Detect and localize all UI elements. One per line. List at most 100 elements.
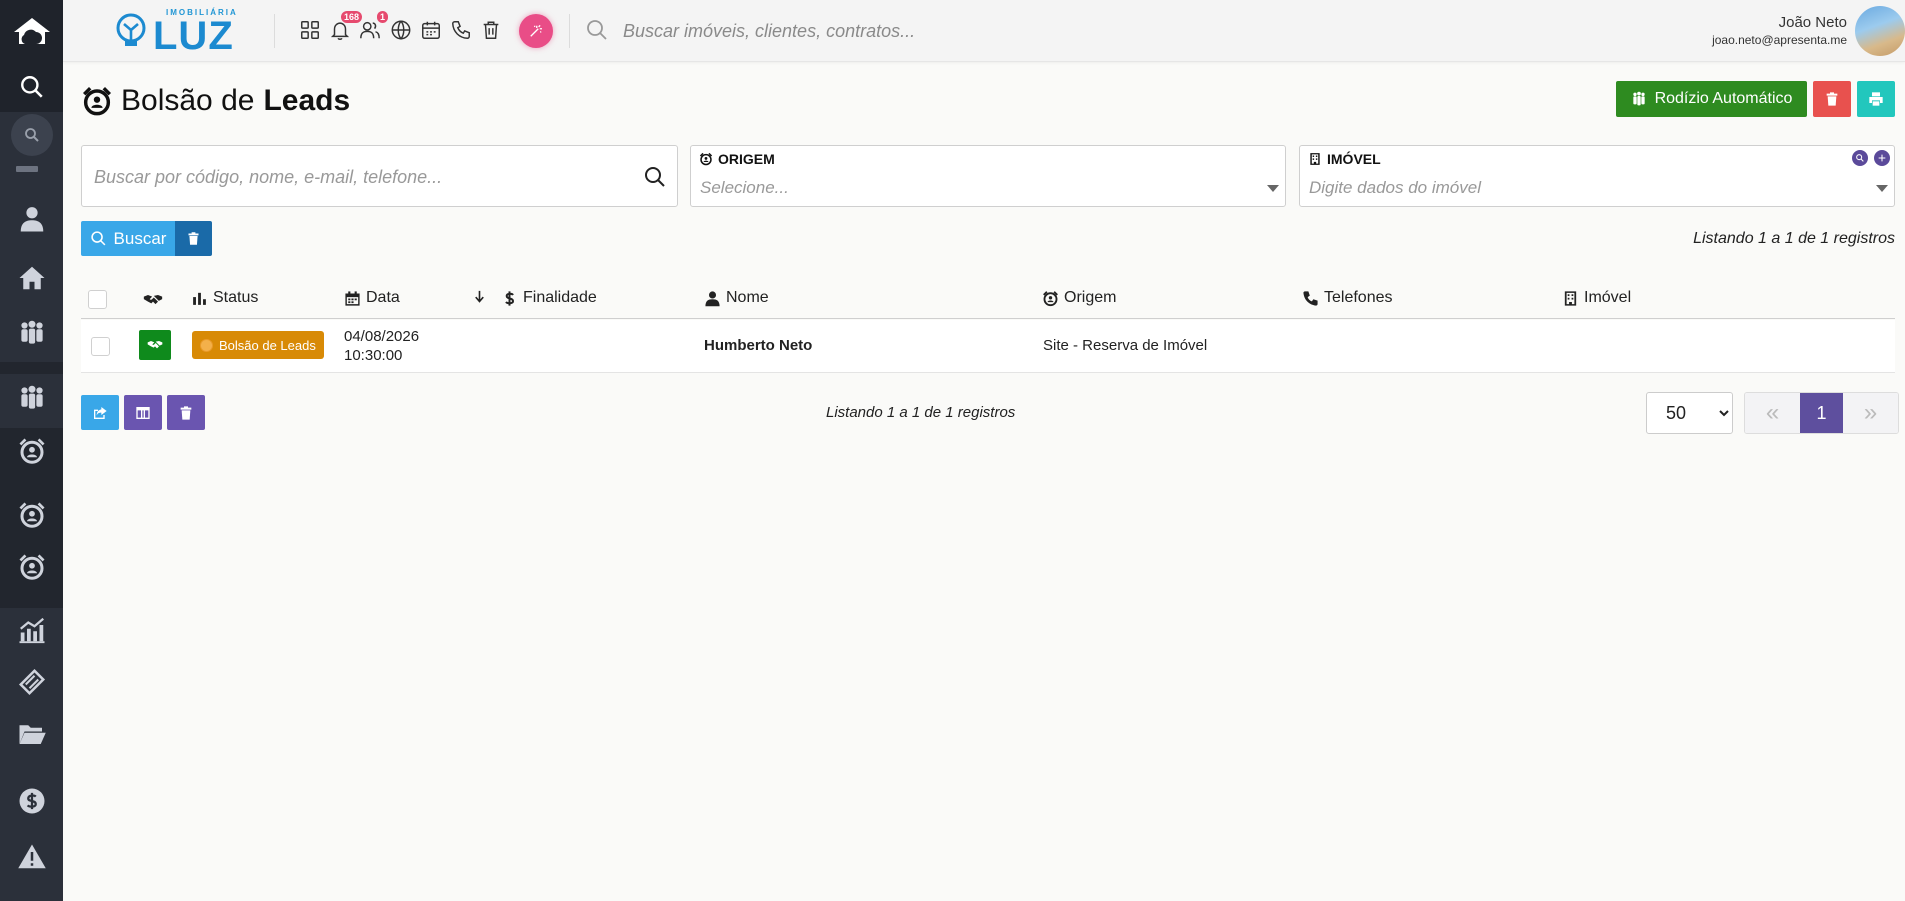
status-dot-icon: [200, 338, 213, 352]
app-logo[interactable]: IMOBILIÁRIA LUZ: [111, 8, 236, 58]
imovel-column[interactable]: Imóvel: [1562, 289, 1631, 307]
print-button[interactable]: [1857, 81, 1895, 117]
bulb-logo-icon: [116, 13, 146, 46]
magic-button[interactable]: [519, 14, 553, 48]
apps-button[interactable]: [296, 15, 324, 45]
origem-select[interactable]: ORIGEM Selecione...: [690, 145, 1286, 207]
plus-icon: [1878, 154, 1886, 162]
sidebar-item-clients[interactable]: [0, 194, 63, 244]
row-checkbox[interactable]: [91, 337, 110, 356]
row-date: 04/08/2026: [344, 328, 420, 345]
building-icon: [1564, 290, 1577, 306]
select-all-checkbox[interactable]: [88, 290, 107, 309]
mini-search-icon: [24, 128, 39, 142]
search-button[interactable]: Buscar: [81, 221, 175, 256]
logo-title: LUZ: [153, 14, 234, 58]
table-row[interactable]: Bolsão de Leads 04/08/2026 10:30:00 Humb…: [81, 320, 1895, 373]
global-search-input[interactable]: [623, 16, 1323, 46]
sidebar-item-leads-alt[interactable]: [0, 542, 63, 592]
sidebar-item-leads-pool[interactable]: [0, 426, 63, 476]
calendar-button[interactable]: [417, 15, 445, 45]
origem-label: ORIGEM: [718, 151, 775, 167]
imovel-search-button[interactable]: [1852, 150, 1868, 166]
folder-icon: [19, 725, 46, 744]
phone-button[interactable]: [447, 15, 475, 45]
finalidade-column[interactable]: Finalidade: [501, 289, 597, 307]
page-size-select[interactable]: 50: [1646, 392, 1733, 434]
status-column[interactable]: Status: [191, 289, 258, 307]
calendar-icon: [345, 290, 360, 306]
first-page-button[interactable]: «: [1745, 393, 1800, 433]
sidebar-item-contracts[interactable]: [0, 657, 63, 707]
handshake-icon: [147, 341, 163, 349]
date-column[interactable]: Data: [344, 289, 400, 307]
handshake-column: [143, 290, 163, 310]
clear-filters-button[interactable]: [175, 221, 212, 256]
phone-icon: [452, 21, 470, 39]
warning-icon: [17, 844, 46, 869]
building-icon: [1310, 153, 1320, 165]
delete-button[interactable]: [1813, 81, 1851, 117]
trash-icon: [483, 21, 499, 39]
house-icon: [19, 266, 44, 290]
trash-button[interactable]: [477, 15, 505, 45]
imovel-add-button[interactable]: [1874, 150, 1890, 166]
export-button[interactable]: [81, 395, 119, 430]
row-time: 10:30:00: [344, 347, 403, 364]
sidebar-item-finance[interactable]: [0, 776, 63, 826]
search-button-label: Buscar: [113, 228, 167, 248]
users-icon: [360, 21, 380, 39]
trash-icon: [180, 405, 192, 420]
sidebar-mini-search[interactable]: [0, 114, 63, 156]
sidebar-search[interactable]: [0, 62, 63, 112]
sidebar-item-leads[interactable]: [0, 490, 63, 540]
alarm-icon: [699, 152, 713, 166]
trash-icon: [188, 232, 199, 245]
sidebar-item-teams[interactable]: [0, 308, 63, 358]
sidebar-item-alerts[interactable]: [0, 832, 63, 882]
last-page-button[interactable]: »: [1843, 393, 1898, 433]
share-icon: [94, 406, 107, 419]
notifications-button[interactable]: 168: [326, 11, 362, 45]
row-action-button[interactable]: [139, 330, 171, 360]
chart-icon: [19, 617, 44, 644]
search-icon[interactable]: [643, 165, 667, 189]
search-icon: [20, 76, 43, 98]
sidebar-item-properties[interactable]: [0, 253, 63, 303]
lead-search-input[interactable]: [94, 162, 624, 192]
sidebar-item-reports[interactable]: [0, 605, 63, 655]
user-icon: [705, 290, 720, 306]
origem-header: Origem: [1064, 289, 1117, 306]
users-button[interactable]: 1: [356, 11, 388, 45]
auto-rotation-button[interactable]: Rodízio Automático: [1616, 81, 1807, 117]
page-title-main: Leads: [263, 84, 351, 117]
row-name[interactable]: Humberto Neto: [704, 337, 812, 354]
trash-icon: [1826, 92, 1838, 106]
page-title: Bolsão de Leads: [81, 84, 350, 118]
web-button[interactable]: [387, 15, 415, 45]
phones-column[interactable]: Telefones: [1302, 289, 1393, 307]
row-origem: Site - Reserva de Imóvel: [1043, 337, 1208, 354]
imovel-placeholder: Digite dados do imóvel: [1309, 178, 1481, 197]
alarm-icon: [1043, 290, 1058, 306]
bulk-delete-button[interactable]: [167, 395, 205, 430]
current-page-button[interactable]: 1: [1800, 393, 1843, 433]
listing-count-bottom: Listando 1 a 1 de 1 registros: [826, 404, 1016, 421]
sidebar-home-button[interactable]: [0, 0, 63, 62]
magic-wand-icon: [530, 24, 542, 37]
status-header: Status: [213, 289, 259, 306]
sidebar: [0, 0, 63, 901]
avatar[interactable]: [1855, 6, 1905, 56]
chevron-down-icon: [1876, 185, 1888, 192]
sidebar-item-documents[interactable]: [0, 709, 63, 759]
calendar-icon: [422, 21, 440, 39]
sidebar-item-groups[interactable]: [0, 374, 63, 422]
columns-button[interactable]: [124, 395, 162, 430]
alarm-icon: [19, 438, 44, 464]
imovel-label: IMÓVEL: [1327, 151, 1381, 167]
imovel-select[interactable]: IMÓVEL Digite dados do imóvel: [1299, 145, 1895, 207]
name-column[interactable]: Nome: [704, 289, 769, 307]
origem-column[interactable]: Origem: [1042, 289, 1116, 307]
sort-desc-icon[interactable]: [472, 289, 487, 304]
auto-rotation-label: Rodízio Automático: [1654, 90, 1793, 107]
